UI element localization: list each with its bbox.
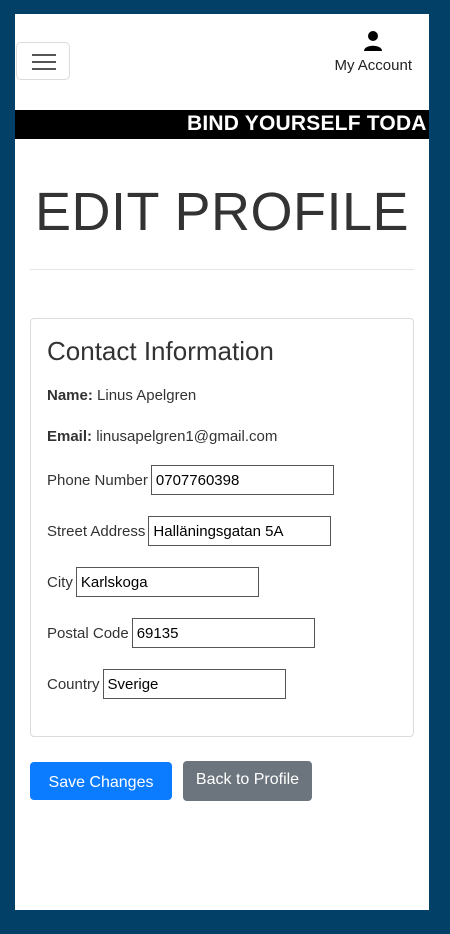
menu-toggle-button[interactable]: [16, 42, 70, 80]
my-account-label: My Account: [334, 57, 412, 74]
country-input[interactable]: [102, 669, 286, 699]
country-row: Country: [47, 669, 286, 699]
email-line: Email: linusapelgren1@gmail.com: [47, 428, 277, 445]
city-input[interactable]: [75, 567, 259, 597]
city-row: City: [47, 567, 259, 597]
hamburger-icon: [32, 61, 56, 63]
save-changes-button[interactable]: Save Changes: [30, 762, 172, 800]
hamburger-icon: [32, 68, 56, 70]
banner-text: BIND YOURSELF TODA: [187, 112, 427, 135]
street-row: Street Address: [47, 516, 332, 546]
promo-banner: BIND YOURSELF TODA: [15, 110, 429, 139]
name-value: Linus Apelgren: [97, 387, 197, 404]
contact-card: Contact Information Name: Linus Apelgren…: [30, 318, 414, 737]
page-container: My Account BIND YOURSELF TODA EDIT PROFI…: [15, 14, 429, 910]
postal-code-row: Postal Code: [47, 618, 315, 648]
card-title: Contact Information: [47, 336, 274, 366]
page-title: EDIT PROFILE: [34, 182, 410, 242]
country-label: Country: [47, 675, 100, 693]
email-label: Email:: [47, 428, 93, 445]
city-label: City: [47, 573, 73, 591]
street-label: Street Address: [47, 522, 146, 540]
name-label: Name:: [47, 387, 93, 404]
back-to-profile-button[interactable]: Back to Profile: [183, 761, 312, 801]
postal-code-input[interactable]: [131, 618, 315, 648]
postal-code-label: Postal Code: [47, 624, 129, 642]
phone-input[interactable]: [150, 465, 334, 495]
my-account-link[interactable]: My Account: [334, 30, 412, 74]
navbar: My Account: [15, 14, 429, 110]
user-icon: [364, 31, 383, 51]
phone-label: Phone Number: [47, 471, 148, 489]
phone-row: Phone Number: [47, 465, 334, 495]
hamburger-icon: [32, 54, 56, 56]
name-line: Name: Linus Apelgren: [47, 387, 196, 404]
street-input[interactable]: [148, 516, 332, 546]
email-value: linusapelgren1@gmail.com: [96, 428, 278, 445]
divider: [30, 269, 414, 270]
